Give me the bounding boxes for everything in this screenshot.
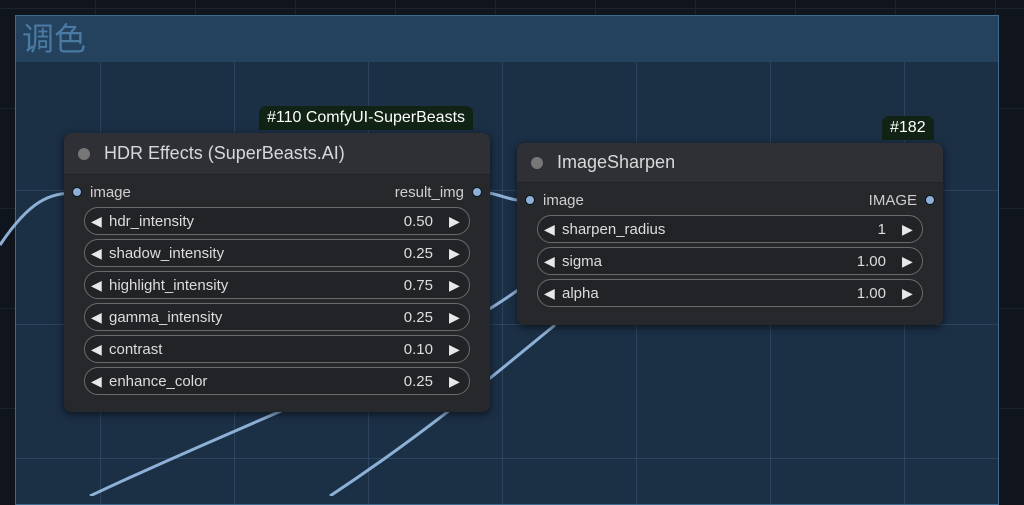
widget-label: contrast bbox=[109, 340, 163, 358]
output-image[interactable]: IMAGE bbox=[869, 192, 935, 209]
decrement-arrow-icon[interactable]: ◀ bbox=[91, 373, 105, 390]
widget-value[interactable]: 0.75 bbox=[404, 277, 433, 294]
node-badge: #182 bbox=[882, 116, 934, 140]
widget-value[interactable]: 0.50 bbox=[404, 213, 433, 230]
increment-arrow-icon[interactable]: ▶ bbox=[902, 253, 916, 270]
widget-value[interactable]: 1.00 bbox=[857, 285, 886, 302]
widget-value[interactable]: 1.00 bbox=[857, 253, 886, 270]
increment-arrow-icon[interactable]: ▶ bbox=[449, 213, 463, 230]
widget-label: sharpen_radius bbox=[562, 220, 666, 238]
increment-arrow-icon[interactable]: ▶ bbox=[449, 341, 463, 358]
widget-label: gamma_intensity bbox=[109, 308, 223, 326]
decrement-arrow-icon[interactable]: ◀ bbox=[91, 245, 105, 262]
widget-shadow-intensity[interactable]: ◀ shadow_intensity 0.25 ▶ bbox=[84, 239, 470, 267]
output-slot-icon[interactable] bbox=[472, 187, 482, 197]
widget-enhance-color[interactable]: ◀ enhance_color 0.25 ▶ bbox=[84, 367, 470, 395]
input-label: image bbox=[543, 191, 584, 209]
output-slot-icon[interactable] bbox=[925, 195, 935, 205]
widget-label: alpha bbox=[562, 284, 599, 302]
widget-alpha[interactable]: ◀ alpha 1.00 ▶ bbox=[537, 279, 923, 307]
node-image-sharpen[interactable]: ImageSharpen image IMAGE ◀ sharpen_radiu… bbox=[517, 143, 943, 325]
collapse-dot-icon[interactable] bbox=[531, 156, 543, 169]
input-image[interactable]: image bbox=[525, 192, 584, 209]
widget-label: sigma bbox=[562, 252, 603, 270]
increment-arrow-icon[interactable]: ▶ bbox=[449, 245, 463, 262]
decrement-arrow-icon[interactable]: ◀ bbox=[91, 277, 105, 294]
widget-value[interactable]: 0.25 bbox=[404, 309, 433, 326]
increment-arrow-icon[interactable]: ▶ bbox=[902, 285, 916, 302]
decrement-arrow-icon[interactable]: ◀ bbox=[544, 221, 558, 238]
node-title: ImageSharpen bbox=[557, 152, 676, 172]
widget-gamma-intensity[interactable]: ◀ gamma_intensity 0.25 ▶ bbox=[84, 303, 470, 331]
widget-hdr-intensity[interactable]: ◀ hdr_intensity 0.50 ▶ bbox=[84, 207, 470, 235]
decrement-arrow-icon[interactable]: ◀ bbox=[91, 213, 105, 230]
node-badge: #110 ComfyUI-SuperBeasts bbox=[259, 106, 474, 130]
decrement-arrow-icon[interactable]: ◀ bbox=[91, 309, 105, 326]
node-hdr-effects[interactable]: HDR Effects (SuperBeasts.AI) image resul… bbox=[64, 133, 490, 412]
output-result-img[interactable]: result_img bbox=[395, 184, 482, 201]
widget-value[interactable]: 0.25 bbox=[404, 245, 433, 262]
output-label: result_img bbox=[394, 183, 464, 201]
group-title[interactable]: 调色 bbox=[16, 16, 998, 62]
increment-arrow-icon[interactable]: ▶ bbox=[449, 373, 463, 390]
increment-arrow-icon[interactable]: ▶ bbox=[902, 221, 916, 238]
widget-sigma[interactable]: ◀ sigma 1.00 ▶ bbox=[537, 247, 923, 275]
decrement-arrow-icon[interactable]: ◀ bbox=[544, 285, 558, 302]
widget-label: highlight_intensity bbox=[109, 276, 229, 294]
widget-contrast[interactable]: ◀ contrast 0.10 ▶ bbox=[84, 335, 470, 363]
widget-label: shadow_intensity bbox=[109, 244, 225, 262]
increment-arrow-icon[interactable]: ▶ bbox=[449, 277, 463, 294]
widget-label: hdr_intensity bbox=[109, 212, 195, 230]
widget-label: enhance_color bbox=[109, 372, 208, 390]
widget-highlight-intensity[interactable]: ◀ highlight_intensity 0.75 ▶ bbox=[84, 271, 470, 299]
output-label: IMAGE bbox=[868, 191, 917, 209]
decrement-arrow-icon[interactable]: ◀ bbox=[544, 253, 558, 270]
decrement-arrow-icon[interactable]: ◀ bbox=[91, 341, 105, 358]
collapse-dot-icon[interactable] bbox=[78, 147, 90, 160]
input-label: image bbox=[90, 183, 131, 201]
increment-arrow-icon[interactable]: ▶ bbox=[449, 309, 463, 326]
widget-value[interactable]: 1 bbox=[878, 221, 886, 238]
widget-value[interactable]: 0.10 bbox=[404, 341, 433, 358]
input-image[interactable]: image bbox=[72, 184, 131, 201]
node-title: HDR Effects (SuperBeasts.AI) bbox=[104, 143, 345, 163]
input-slot-icon[interactable] bbox=[72, 187, 82, 197]
input-slot-icon[interactable] bbox=[525, 195, 535, 205]
widget-sharpen-radius[interactable]: ◀ sharpen_radius 1 ▶ bbox=[537, 215, 923, 243]
widget-value[interactable]: 0.25 bbox=[404, 373, 433, 390]
